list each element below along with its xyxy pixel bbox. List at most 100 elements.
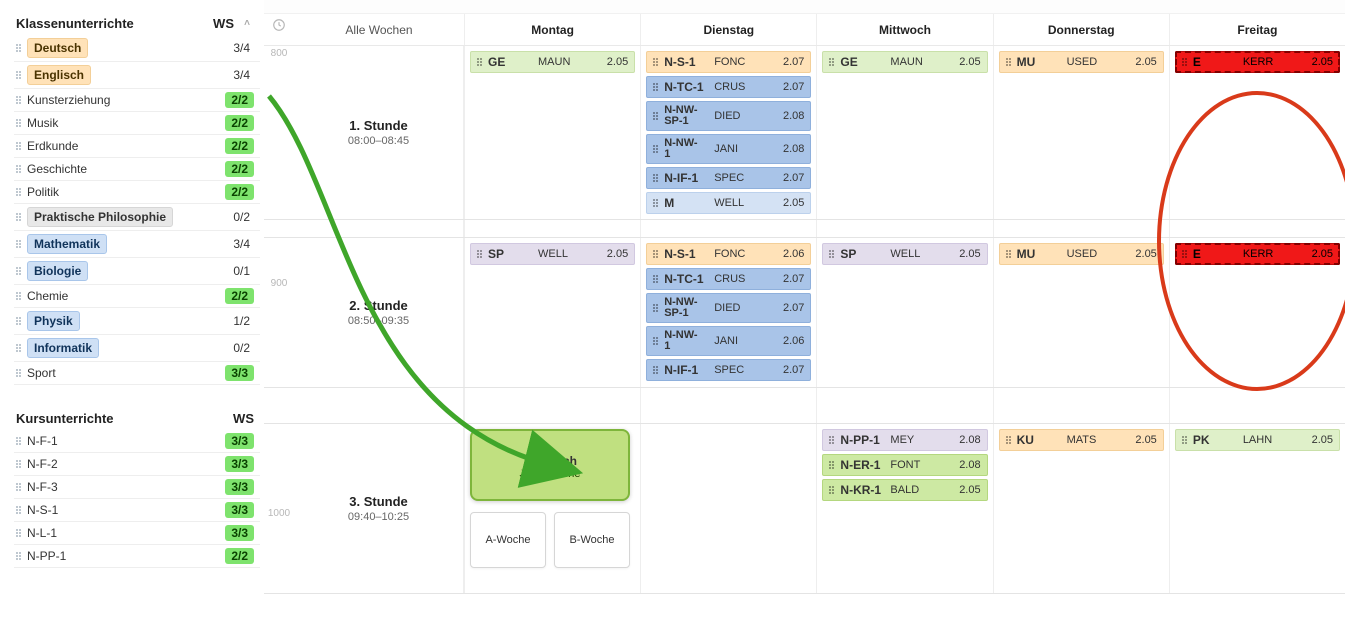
lesson-block[interactable]: N-S-1FONC2.07 (646, 51, 811, 73)
lesson-block[interactable]: N-NW- 1JANI2.08 (646, 134, 811, 164)
subject-name: Musik (16, 116, 58, 130)
subject-row[interactable]: Musik2/2 (14, 112, 260, 135)
subject-name: N-F-3 (16, 480, 58, 494)
subject-row[interactable]: Chemie2/2 (14, 285, 260, 308)
lesson-room: 2.05 (1312, 434, 1333, 446)
subject-row[interactable]: N-S-13/3 (14, 499, 260, 522)
lesson-teacher: DIED (714, 302, 754, 314)
cell-fri-3[interactable]: PK LAHN 2.05 (1169, 424, 1345, 593)
lesson-teacher: LAHN (1243, 434, 1283, 446)
lesson-teacher: WELL (714, 197, 754, 209)
subject-row[interactable]: Englisch3/4 (14, 62, 260, 89)
lesson-block[interactable]: N-NW- SP-1DIED2.07 (646, 293, 811, 323)
lesson-block[interactable]: N-ER-1FONT2.08 (822, 454, 987, 476)
subject-row[interactable]: Praktische Philosophie 0/2 (14, 204, 260, 231)
subject-name: Kunsterziehung (16, 93, 110, 107)
lesson-room: 2.07 (783, 56, 804, 68)
cell-mon-1[interactable]: GEMAUN2.05 (464, 46, 640, 219)
clock-icon (264, 14, 294, 45)
subject-row[interactable]: Physik1/2 (14, 308, 260, 335)
subject-name: Englisch (16, 65, 91, 85)
cell-mon-3[interactable]: EnglischJede Woche A-WocheB-Woche (464, 424, 640, 593)
subject-row[interactable]: Deutsch3/4 (14, 35, 260, 62)
lesson-room: 2.05 (607, 56, 628, 68)
lesson-room: 2.05 (783, 197, 804, 209)
week-box[interactable]: B-Woche (554, 512, 630, 568)
lesson-room: 2.07 (783, 172, 804, 184)
lesson-block[interactable]: EKERR2.05 (1175, 243, 1340, 265)
cell-thu-1[interactable]: MUUSED2.05 (993, 46, 1169, 219)
week-box[interactable]: A-Woche (470, 512, 546, 568)
subject-row[interactable]: N-F-33/3 (14, 476, 260, 499)
lesson-block[interactable]: MWELL2.05 (646, 192, 811, 214)
lesson-room: 2.05 (1135, 56, 1156, 68)
cell-wed-2[interactable]: SPWELL2.05 (816, 238, 992, 387)
lesson-block[interactable]: GEMAUN2.05 (822, 51, 987, 73)
cell-fri-2[interactable]: EKERR2.05 (1169, 238, 1345, 387)
ws-value: 2/2 (225, 288, 254, 304)
lesson-room: 2.05 (1312, 56, 1333, 68)
drop-target-englisch[interactable]: EnglischJede Woche (470, 429, 630, 501)
subject-row[interactable]: Politik2/2 (14, 181, 260, 204)
cell-mon-2[interactable]: SPWELL2.05 (464, 238, 640, 387)
cell-wed-3[interactable]: N-PP-1MEY2.08 N-ER-1FONT2.08 N-KR-1BALD2.0… (816, 424, 992, 593)
lesson-teacher: BALD (890, 484, 930, 496)
subject-row[interactable]: Sport3/3 (14, 362, 260, 385)
lesson-room: 2.08 (959, 459, 980, 471)
subject-row[interactable]: N-L-13/3 (14, 522, 260, 545)
lesson-teacher: WELL (890, 248, 930, 260)
lesson-block[interactable]: KUMATS2.05 (999, 429, 1164, 451)
lesson-block[interactable]: N-NW- SP-1DIED2.08 (646, 101, 811, 131)
cell-tue-3[interactable] (640, 424, 816, 593)
lesson-block[interactable]: N-TC-1CRUS2.07 (646, 76, 811, 98)
lesson-block[interactable]: N-IF-1SPEC2.07 (646, 359, 811, 381)
subject-row[interactable]: N-F-23/3 (14, 453, 260, 476)
lesson-teacher: JANI (714, 335, 754, 347)
cell-tue-2[interactable]: N-S-1FONC2.06 N-TC-1CRUS2.07 N-NW- SP-1DIE… (640, 238, 816, 387)
cell-wed-1[interactable]: GEMAUN2.05 (816, 46, 992, 219)
lesson-block[interactable]: N-S-1FONC2.06 (646, 243, 811, 265)
lesson-block[interactable]: MUUSED2.05 (999, 243, 1164, 265)
lesson-block[interactable]: N-KR-1BALD2.05 (822, 479, 987, 501)
subject-row[interactable]: N-PP-12/2 (14, 545, 260, 568)
lesson-block[interactable]: SPWELL2.05 (470, 243, 635, 265)
ws-value: 3/4 (229, 41, 254, 55)
lesson-code: N-TC-1 (664, 272, 708, 286)
subject-name: Biologie (16, 261, 88, 281)
lesson-room: 2.07 (783, 364, 804, 376)
subject-row[interactable]: Biologie0/1 (14, 258, 260, 285)
timeline-body: 800 900 1000 1. Stunde 08:00–08:45 GEMAU… (264, 46, 1345, 625)
lesson-block[interactable]: N-IF-1SPEC2.07 (646, 167, 811, 189)
lesson-block[interactable]: N-NW- 1JANI2.06 (646, 326, 811, 356)
cell-thu-3[interactable]: KUMATS2.05 (993, 424, 1169, 593)
subject-name: Geschichte (16, 162, 87, 176)
ws-value: 0/2 (229, 210, 254, 224)
lesson-block[interactable]: SPWELL2.05 (822, 243, 987, 265)
lesson-code: N-NW- 1 (664, 138, 708, 160)
all-weeks-label: Alle Wochen (294, 14, 464, 45)
time-tick: 1000 (264, 508, 294, 519)
subject-row[interactable]: Mathematik3/4 (14, 231, 260, 258)
lesson-block[interactable]: EKERR2.05 (1175, 51, 1340, 73)
subject-row[interactable]: Kunsterziehung2/2 (14, 89, 260, 112)
lesson-block[interactable]: GEMAUN2.05 (470, 51, 635, 73)
lesson-block[interactable]: N-TC-1CRUS2.07 (646, 268, 811, 290)
lesson-room: 2.05 (1135, 434, 1156, 446)
collapse-icon[interactable]: ˄ (240, 18, 254, 29)
subject-row[interactable]: N-F-13/3 (14, 430, 260, 453)
ws-value: 3/3 (225, 456, 254, 472)
lesson-code: SP (840, 247, 884, 261)
lesson-block[interactable]: N-PP-1MEY2.08 (822, 429, 987, 451)
cell-fri-1[interactable]: EKERR2.05 (1169, 46, 1345, 219)
lesson-block[interactable]: MUUSED2.05 (999, 51, 1164, 73)
lesson-code: PK (1193, 433, 1237, 447)
cell-tue-1[interactable]: N-S-1FONC2.07 N-TC-1CRUS2.07 N-NW- SP-1DIE… (640, 46, 816, 219)
subject-name: Praktische Philosophie (16, 207, 173, 227)
subject-row[interactable]: Erdkunde2/2 (14, 135, 260, 158)
subject-row[interactable]: Geschichte2/2 (14, 158, 260, 181)
cell-thu-2[interactable]: MUUSED2.05 (993, 238, 1169, 387)
day-header-wed: Mittwoch (816, 14, 992, 45)
subject-row[interactable]: Informatik0/2 (14, 335, 260, 362)
lesson-block[interactable]: PK LAHN 2.05 (1175, 429, 1340, 451)
lesson-code: N-NW- 1 (664, 330, 708, 352)
